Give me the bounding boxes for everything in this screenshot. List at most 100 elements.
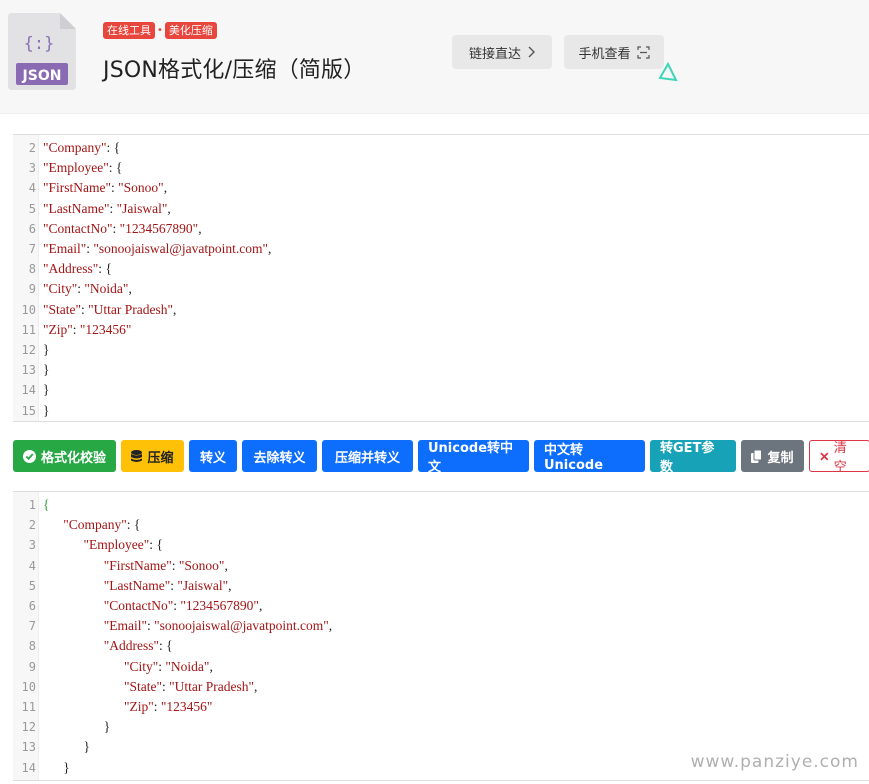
chinese-to-unicode-button[interactable]: 中文转Unicode: [534, 440, 645, 473]
code-line: 7 "Email": "sonoojaiswal@javatpoint.com"…: [13, 616, 869, 636]
json-punctuation: ,: [167, 200, 171, 216]
json-punctuation: [43, 517, 63, 532]
json-punctuation: }: [43, 739, 90, 755]
json-punctuation: ,: [328, 618, 333, 634]
line-number: 7: [28, 242, 36, 257]
json-punctuation: : {: [106, 140, 121, 156]
json-punctuation: ,: [128, 281, 132, 297]
json-punctuation: }: [43, 402, 50, 418]
code-line: 1{: [13, 495, 869, 515]
line-number: 2: [28, 518, 36, 533]
json-string: "Uttar Pradesh": [88, 301, 174, 317]
json-punctuation: [43, 598, 104, 613]
json-punctuation: }: [43, 382, 50, 398]
line-number: 5: [28, 201, 36, 216]
decoration-triangle-icon: [658, 62, 678, 82]
compress-button[interactable]: 压缩: [121, 440, 184, 472]
watermark: www.panziye.com: [690, 752, 859, 772]
category-tags: 在线工具 • 美化压缩: [103, 22, 217, 39]
json-string: "sonoojaiswal@javatpoint.com": [93, 241, 268, 257]
line-number: 4: [28, 558, 36, 573]
clear-button[interactable]: 清空: [809, 440, 869, 475]
unescape-button[interactable]: 去除转义: [242, 440, 317, 472]
json-punctuation: }: [43, 341, 50, 357]
line-number: 10: [21, 302, 36, 317]
json-punctuation: :: [153, 698, 161, 714]
clear-label: 清空: [833, 441, 847, 475]
code-text: }: [43, 403, 49, 419]
json-string: "Address": [103, 638, 160, 654]
code-line: 8 "Address": {: [13, 259, 869, 279]
json-punctuation: ,: [254, 678, 258, 694]
code-text: "Company": {: [43, 517, 140, 533]
code-line: 4 "FirstName": "Sonoo",: [13, 178, 869, 198]
compress-label: 压缩: [147, 450, 174, 466]
format-validate-label: 格式化校验: [41, 450, 107, 466]
code-text: "Address": {: [43, 638, 173, 654]
json-input-editor[interactable]: 2 "Company": {3 "Employee": {4 "FirstName":…: [13, 134, 869, 422]
code-text: "Zip": "123456": [43, 322, 131, 338]
json-punctuation: [43, 578, 104, 593]
json-punctuation: [43, 659, 124, 674]
code-line: 5 "LastName": "Jaiswal",: [13, 199, 869, 219]
code-text: "FirstName": "Sonoo",: [43, 180, 167, 196]
json-string: "FirstName": [43, 180, 112, 196]
direct-link-button[interactable]: 链接直达: [452, 35, 552, 69]
json-string: "Noida": [84, 281, 129, 297]
code-text: "ContactNo": "1234567890",: [43, 221, 202, 237]
format-validate-button[interactable]: 格式化校验: [13, 440, 116, 472]
copy-label: 复制: [767, 450, 794, 466]
mobile-view-label: 手机查看: [578, 46, 631, 62]
json-punctuation: :: [109, 200, 117, 216]
json-string: "FirstName": [103, 557, 172, 573]
json-string: "1234567890": [180, 598, 259, 614]
line-number: 14: [21, 760, 36, 775]
code-text: }: [43, 382, 49, 398]
json-punctuation: [43, 558, 104, 573]
json-string: "123456": [79, 321, 132, 337]
tag-separator: •: [157, 25, 163, 36]
code-text: }: [43, 342, 49, 358]
json-punctuation: [43, 537, 84, 552]
copy-button[interactable]: 复制: [741, 440, 804, 472]
database-icon: [131, 449, 143, 462]
code-text: }: [43, 719, 110, 735]
code-line: 10 "State": "Uttar Pradesh",: [13, 300, 869, 320]
code-line: 9 "City": "Noida",: [13, 657, 869, 677]
line-number: 8: [28, 262, 36, 277]
json-punctuation: : {: [159, 638, 173, 654]
code-line: 5 "LastName": "Jaiswal",: [13, 576, 869, 596]
compress-escape-button[interactable]: 压缩并转义: [322, 440, 413, 472]
code-text: "Employee": {: [43, 537, 163, 553]
json-output-editor[interactable]: 1{2 "Company": {3 "Employee": {4 "FirstN…: [13, 491, 869, 781]
code-line: 9 "City": "Noida",: [13, 279, 869, 299]
code-line: 15}: [13, 400, 869, 420]
json-punctuation: ,: [198, 220, 202, 236]
json-punctuation: ,: [258, 598, 263, 614]
tag-online-tools[interactable]: 在线工具: [103, 22, 155, 39]
json-punctuation: :: [112, 220, 120, 236]
json-string: "Employee": [83, 537, 150, 553]
code-text: "LastName": "Jaiswal",: [43, 201, 171, 217]
code-line: 11 "Zip": "123456": [13, 320, 869, 340]
json-punctuation: : {: [98, 261, 112, 277]
tag-beautify-compress[interactable]: 美化压缩: [164, 22, 217, 39]
json-file-icon: {:} JSON: [8, 13, 76, 90]
json-string: "ContactNo": [43, 220, 113, 236]
code-line: 12}: [13, 340, 869, 360]
escape-button[interactable]: 转义: [189, 440, 237, 472]
line-number: 8: [28, 639, 36, 654]
code-text: "State": "Uttar Pradesh",: [43, 679, 257, 695]
json-string: "123456": [160, 698, 213, 714]
code-text: "Address": {: [43, 261, 112, 277]
line-number: 6: [28, 599, 36, 614]
copy-icon: [751, 449, 763, 463]
code-text: "ContactNo": "1234567890",: [43, 598, 263, 614]
mobile-view-button[interactable]: 手机查看: [564, 35, 664, 69]
unicode-to-chinese-button[interactable]: Unicode转中文: [418, 440, 529, 475]
json-string: "sonoojaiswal@javatpoint.com": [154, 618, 329, 634]
to-get-params-button[interactable]: 转GET参数: [650, 440, 736, 475]
line-number: 1: [28, 498, 36, 513]
line-number: 4: [28, 181, 36, 196]
json-string: "LastName": [43, 200, 110, 216]
